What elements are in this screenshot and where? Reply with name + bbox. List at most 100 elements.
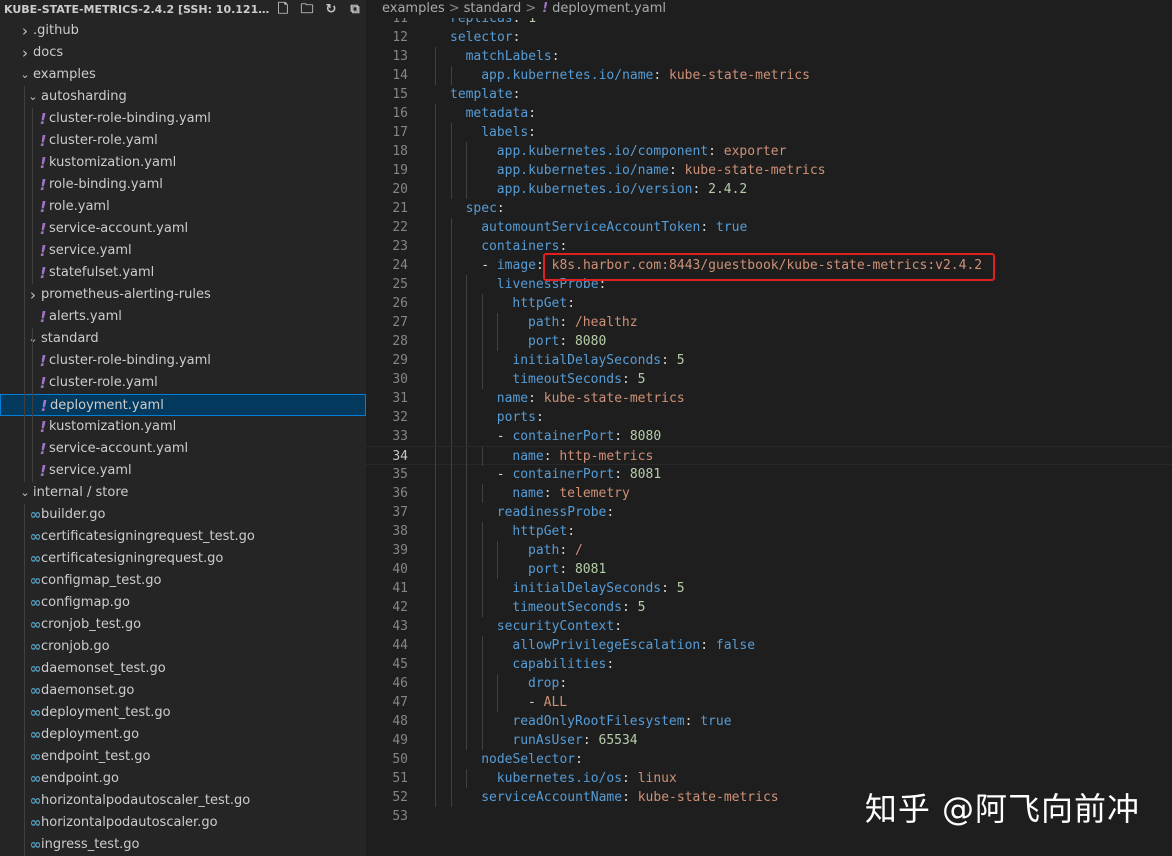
code-line[interactable]: 30 timeoutSeconds: 5 (366, 370, 1172, 389)
editor-pane[interactable]: examples > standard >! deployment.yaml 11 rep… (366, 0, 1172, 856)
code-line[interactable]: 43 securityContext: (366, 617, 1172, 636)
tree-file-cronjob-go[interactable]: ∞ cronjob.go (0, 636, 366, 658)
tree-file-certificatesigningrequest-test-go[interactable]: ∞ certificatesigningrequest_test.go (0, 526, 366, 548)
tree-file-cluster-role-binding-yaml[interactable]: ! cluster-role-binding.yaml (0, 108, 366, 130)
tree-file-alerts-yaml[interactable]: ! alerts.yaml (0, 306, 366, 328)
tree-file-role-yaml[interactable]: ! role.yaml (0, 196, 366, 218)
code-line[interactable]: 22 automountServiceAccountToken: true (366, 218, 1172, 237)
code-line[interactable]: 14 app.kubernetes.io/name: kube-state-met… (366, 66, 1172, 85)
tree-file-service-account-yaml[interactable]: ! service-account.yaml (0, 218, 366, 240)
breadcrumb-item-standard[interactable]: standard (464, 1, 522, 16)
tree-file-kustomization-yaml[interactable]: ! kustomization.yaml (0, 416, 366, 438)
new-folder-icon[interactable]: 🗀 (300, 0, 314, 20)
tree-file-cluster-role-yaml[interactable]: ! cluster-role.yaml (0, 130, 366, 152)
tree-file-cluster-role-yaml[interactable]: ! cluster-role.yaml (0, 372, 366, 394)
tree-folder-examples[interactable]: ⌄ examples (0, 64, 366, 86)
new-file-icon[interactable]: 🗋 (276, 0, 290, 20)
code-token: : (606, 505, 615, 520)
code-token: : (661, 581, 677, 596)
code-line[interactable]: 37 readinessProbe: (366, 503, 1172, 522)
code-line[interactable]: 32 ports: (366, 408, 1172, 427)
indent-guide (466, 636, 468, 655)
code-line[interactable]: 45 capabilities: (366, 655, 1172, 674)
code-line[interactable]: 13 matchLabels: (366, 47, 1172, 66)
indent-guide (481, 522, 483, 541)
code-line[interactable]: 19 app.kubernetes.io/name: kube-state-met… (366, 161, 1172, 180)
code-line[interactable]: 31 name: kube-state-metrics (366, 389, 1172, 408)
tree-file-configmap-go[interactable]: ∞ configmap.go (0, 592, 366, 614)
code-line[interactable]: 48 readOnlyRootFilesystem: true (366, 712, 1172, 731)
tree-file-daemonset-go[interactable]: ∞ daemonset.go (0, 680, 366, 702)
tree-folder-standard[interactable]: ⌄ standard (0, 328, 366, 350)
code-line[interactable]: 42 timeoutSeconds: 5 (366, 598, 1172, 617)
code-line[interactable]: 27 path: /healthz (366, 313, 1172, 332)
code-line[interactable]: 36 name: telemetry (366, 484, 1172, 503)
collapse-all-icon[interactable]: ⧉ (348, 0, 362, 20)
code-line[interactable]: 50 nodeSelector: (366, 750, 1172, 769)
chevron-right-icon[interactable]: › (18, 20, 32, 42)
tree-file-horizontalpodautoscaler-test-go[interactable]: ∞ horizontalpodautoscaler_test.go (0, 790, 366, 812)
code-line[interactable]: 49 runAsUser: 65534 (366, 731, 1172, 750)
tree-file-role-binding-yaml[interactable]: ! role-binding.yaml (0, 174, 366, 196)
indent-guide (450, 275, 452, 294)
chevron-down-icon[interactable]: ⌄ (26, 86, 40, 108)
tree-file-horizontalpodautoscaler-go[interactable]: ∞ horizontalpodautoscaler.go (0, 812, 366, 834)
code-line[interactable]: 35 - containerPort: 8081 (366, 465, 1172, 484)
tree-file-deployment-go[interactable]: ∞ deployment.go (0, 724, 366, 746)
tree-file-cronjob-test-go[interactable]: ∞ cronjob_test.go (0, 614, 366, 636)
line-number: 18 (392, 144, 408, 159)
tree-folder-prometheus-alerting-rules[interactable]: › prometheus-alerting-rules (0, 284, 366, 306)
code-line[interactable]: 41 initialDelaySeconds: 5 (366, 579, 1172, 598)
tree-file-daemonset-test-go[interactable]: ∞ daemonset_test.go (0, 658, 366, 680)
code-line[interactable]: 34 name: http-metrics (366, 446, 1172, 466)
code-text: - containerPort: 8080 (497, 427, 661, 446)
tree-file-service-yaml[interactable]: ! service.yaml (0, 460, 366, 482)
code-line[interactable]: 28 port: 8080 (366, 332, 1172, 351)
tree-folder-docs[interactable]: › docs (0, 42, 366, 64)
tree-file-service-yaml[interactable]: ! service.yaml (0, 240, 366, 262)
code-line[interactable]: 18 app.kubernetes.io/component: exporter (366, 142, 1172, 161)
code-line[interactable]: 39 path: / (366, 541, 1172, 560)
code-line[interactable]: 46 drop: (366, 674, 1172, 693)
tree-file-configmap-test-go[interactable]: ∞ configmap_test.go (0, 570, 366, 592)
tree-file-statefulset-yaml[interactable]: ! statefulset.yaml (0, 262, 366, 284)
code-line[interactable]: 21 spec: (366, 199, 1172, 218)
code-line[interactable]: 47 - ALL (366, 693, 1172, 712)
code-line[interactable]: 38 httpGet: (366, 522, 1172, 541)
chevron-down-icon[interactable]: ⌄ (26, 328, 40, 350)
tree-folder-autosharding[interactable]: ⌄ autosharding (0, 86, 366, 108)
code-line[interactable]: 40 port: 8081 (366, 560, 1172, 579)
code-line[interactable]: 20 app.kubernetes.io/version: 2.4.2 (366, 180, 1172, 199)
breadcrumb-item-file[interactable]: deployment.yaml (552, 1, 666, 16)
code-token: - (496, 467, 513, 482)
tree-file-certificatesigningrequest-go[interactable]: ∞ certificatesigningrequest.go (0, 548, 366, 570)
tree-folder-internal-store[interactable]: ⌄ internal / store (0, 482, 366, 504)
tree-file-ingress-test-go[interactable]: ∞ ingress_test.go (0, 834, 366, 856)
refresh-icon[interactable]: ↻ (324, 0, 338, 20)
code-line[interactable]: 44 allowPrivilegeEscalation: false (366, 636, 1172, 655)
tree-file-deployment-test-go[interactable]: ∞ deployment_test.go (0, 702, 366, 724)
code-line[interactable]: 15 template: (366, 85, 1172, 104)
tree-file-cluster-role-binding-yaml[interactable]: ! cluster-role-binding.yaml (0, 350, 366, 372)
chevron-right-icon[interactable]: › (18, 42, 32, 64)
code-line[interactable]: 12 selector: (366, 28, 1172, 47)
chevron-right-icon[interactable]: › (26, 284, 40, 306)
chevron-down-icon[interactable]: ⌄ (18, 482, 32, 504)
breadcrumb-item-examples[interactable]: examples (382, 1, 445, 16)
code-line[interactable]: 17 labels: (366, 123, 1172, 142)
tree-file-endpoint-test-go[interactable]: ∞ endpoint_test.go (0, 746, 366, 768)
tree-file-builder-go[interactable]: ∞ builder.go (0, 504, 366, 526)
code-line[interactable]: 16 metadata: (366, 104, 1172, 123)
tree-file-service-account-yaml[interactable]: ! service-account.yaml (0, 438, 366, 460)
tree-file-deployment-yaml[interactable]: ! deployment.yaml (0, 394, 366, 416)
code-line[interactable]: 26 httpGet: (366, 294, 1172, 313)
code-line[interactable]: 29 initialDelaySeconds: 5 (366, 351, 1172, 370)
code-token: : (512, 30, 521, 45)
code-line[interactable]: 33 - containerPort: 8080 (366, 427, 1172, 446)
tree-file-endpoint-go[interactable]: ∞ endpoint.go (0, 768, 366, 790)
chevron-down-icon[interactable]: ⌄ (18, 64, 32, 86)
indent-guide (481, 598, 483, 617)
tree-file-kustomization-yaml[interactable]: ! kustomization.yaml (0, 152, 366, 174)
tree-folder-github[interactable]: › .github (0, 20, 366, 42)
line-number: 44 (392, 638, 408, 653)
